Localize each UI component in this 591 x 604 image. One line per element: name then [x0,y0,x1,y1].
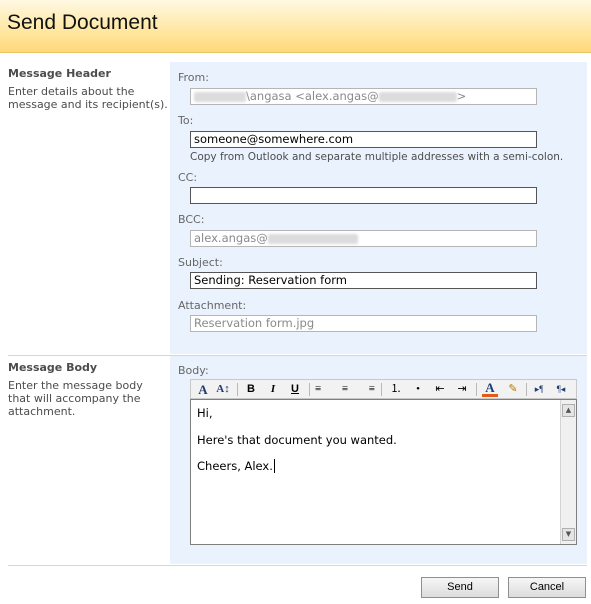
message-body-description: Enter the message body that will accompa… [8,379,143,418]
toolbar-separator [309,383,310,396]
cancel-button[interactable]: Cancel [508,577,586,598]
decrease-indent-icon[interactable]: ⇤ [432,382,448,397]
from-label: From: [178,71,209,84]
body-editor[interactable]: Hi, Here's that document you wanted. Che… [190,399,577,545]
to-field[interactable]: someone@somewhere.com [190,131,537,148]
message-header-description: Enter details about the message and its … [8,85,168,111]
body-line: Cheers, Alex. [197,459,279,473]
bulleted-list-icon[interactable]: • [410,382,426,397]
attachment-label: Attachment: [178,299,247,312]
message-header-title: Message Header [8,67,111,80]
align-right-icon[interactable]: ≡ [359,382,375,397]
highlight-icon[interactable]: ✎ [505,382,521,397]
font-size-icon[interactable]: A↕ [215,382,231,397]
attachment-field: Reservation form.jpg [190,315,537,332]
cc-label: CC: [178,171,198,184]
to-hint: Copy from Outlook and separate multiple … [190,151,564,163]
message-body-title: Message Body [8,361,98,374]
increase-indent-icon[interactable]: ⇥ [454,382,470,397]
rich-text-toolbar: A A↕ B I U ≡ ≡ ≡ ⒈ • ⇤ ⇥ A ✎ ▸¶ ¶◂ [190,379,577,399]
message-body-info: Message Body Enter the message body that… [8,361,168,418]
message-header-panel: From: \angasa <alex.angas@ > To: someone@… [170,62,587,354]
toolbar-separator [381,383,382,396]
body-scrollbar[interactable]: ▲ ▼ [560,400,576,544]
bold-icon[interactable]: B [243,382,259,397]
scroll-down-icon[interactable]: ▼ [562,528,575,541]
font-icon[interactable]: A [195,382,211,397]
message-header-info: Message Header Enter details about the m… [8,67,168,111]
page-title: Send Document [7,11,158,34]
redacted-domain [267,233,358,244]
align-center-icon[interactable]: ≡ [337,382,353,397]
send-button[interactable]: Send [421,577,499,598]
align-left-icon[interactable]: ≡ [315,382,331,397]
italic-icon[interactable]: I [265,382,281,397]
bcc-field: alex.angas@ [190,230,537,247]
subject-field[interactable]: Sending: Reservation form [190,272,537,289]
title-bar: Send Document [0,0,591,53]
toolbar-separator [476,383,477,396]
rtl-icon[interactable]: ¶◂ [553,382,569,397]
subject-label: Subject: [178,256,223,269]
body-line: Here's that document you wanted. [197,433,397,447]
to-label: To: [178,114,194,127]
cc-field[interactable] [190,187,537,204]
toolbar-separator [526,383,527,396]
ltr-icon[interactable]: ▸¶ [531,382,547,397]
numbered-list-icon[interactable]: ⒈ [388,382,404,397]
scroll-up-icon[interactable]: ▲ [562,404,575,417]
underline-icon[interactable]: U [287,382,303,397]
toolbar-separator [237,383,238,396]
text-color-icon[interactable]: A [482,381,498,397]
body-line: Hi, [197,406,213,420]
body-label: Body: [178,364,209,377]
footer-divider [8,565,587,566]
redacted-domain [378,91,457,102]
from-field: \angasa <alex.angas@ > [190,88,537,105]
redacted-name [194,91,246,102]
bcc-label: BCC: [178,213,205,226]
text-caret [273,459,279,473]
